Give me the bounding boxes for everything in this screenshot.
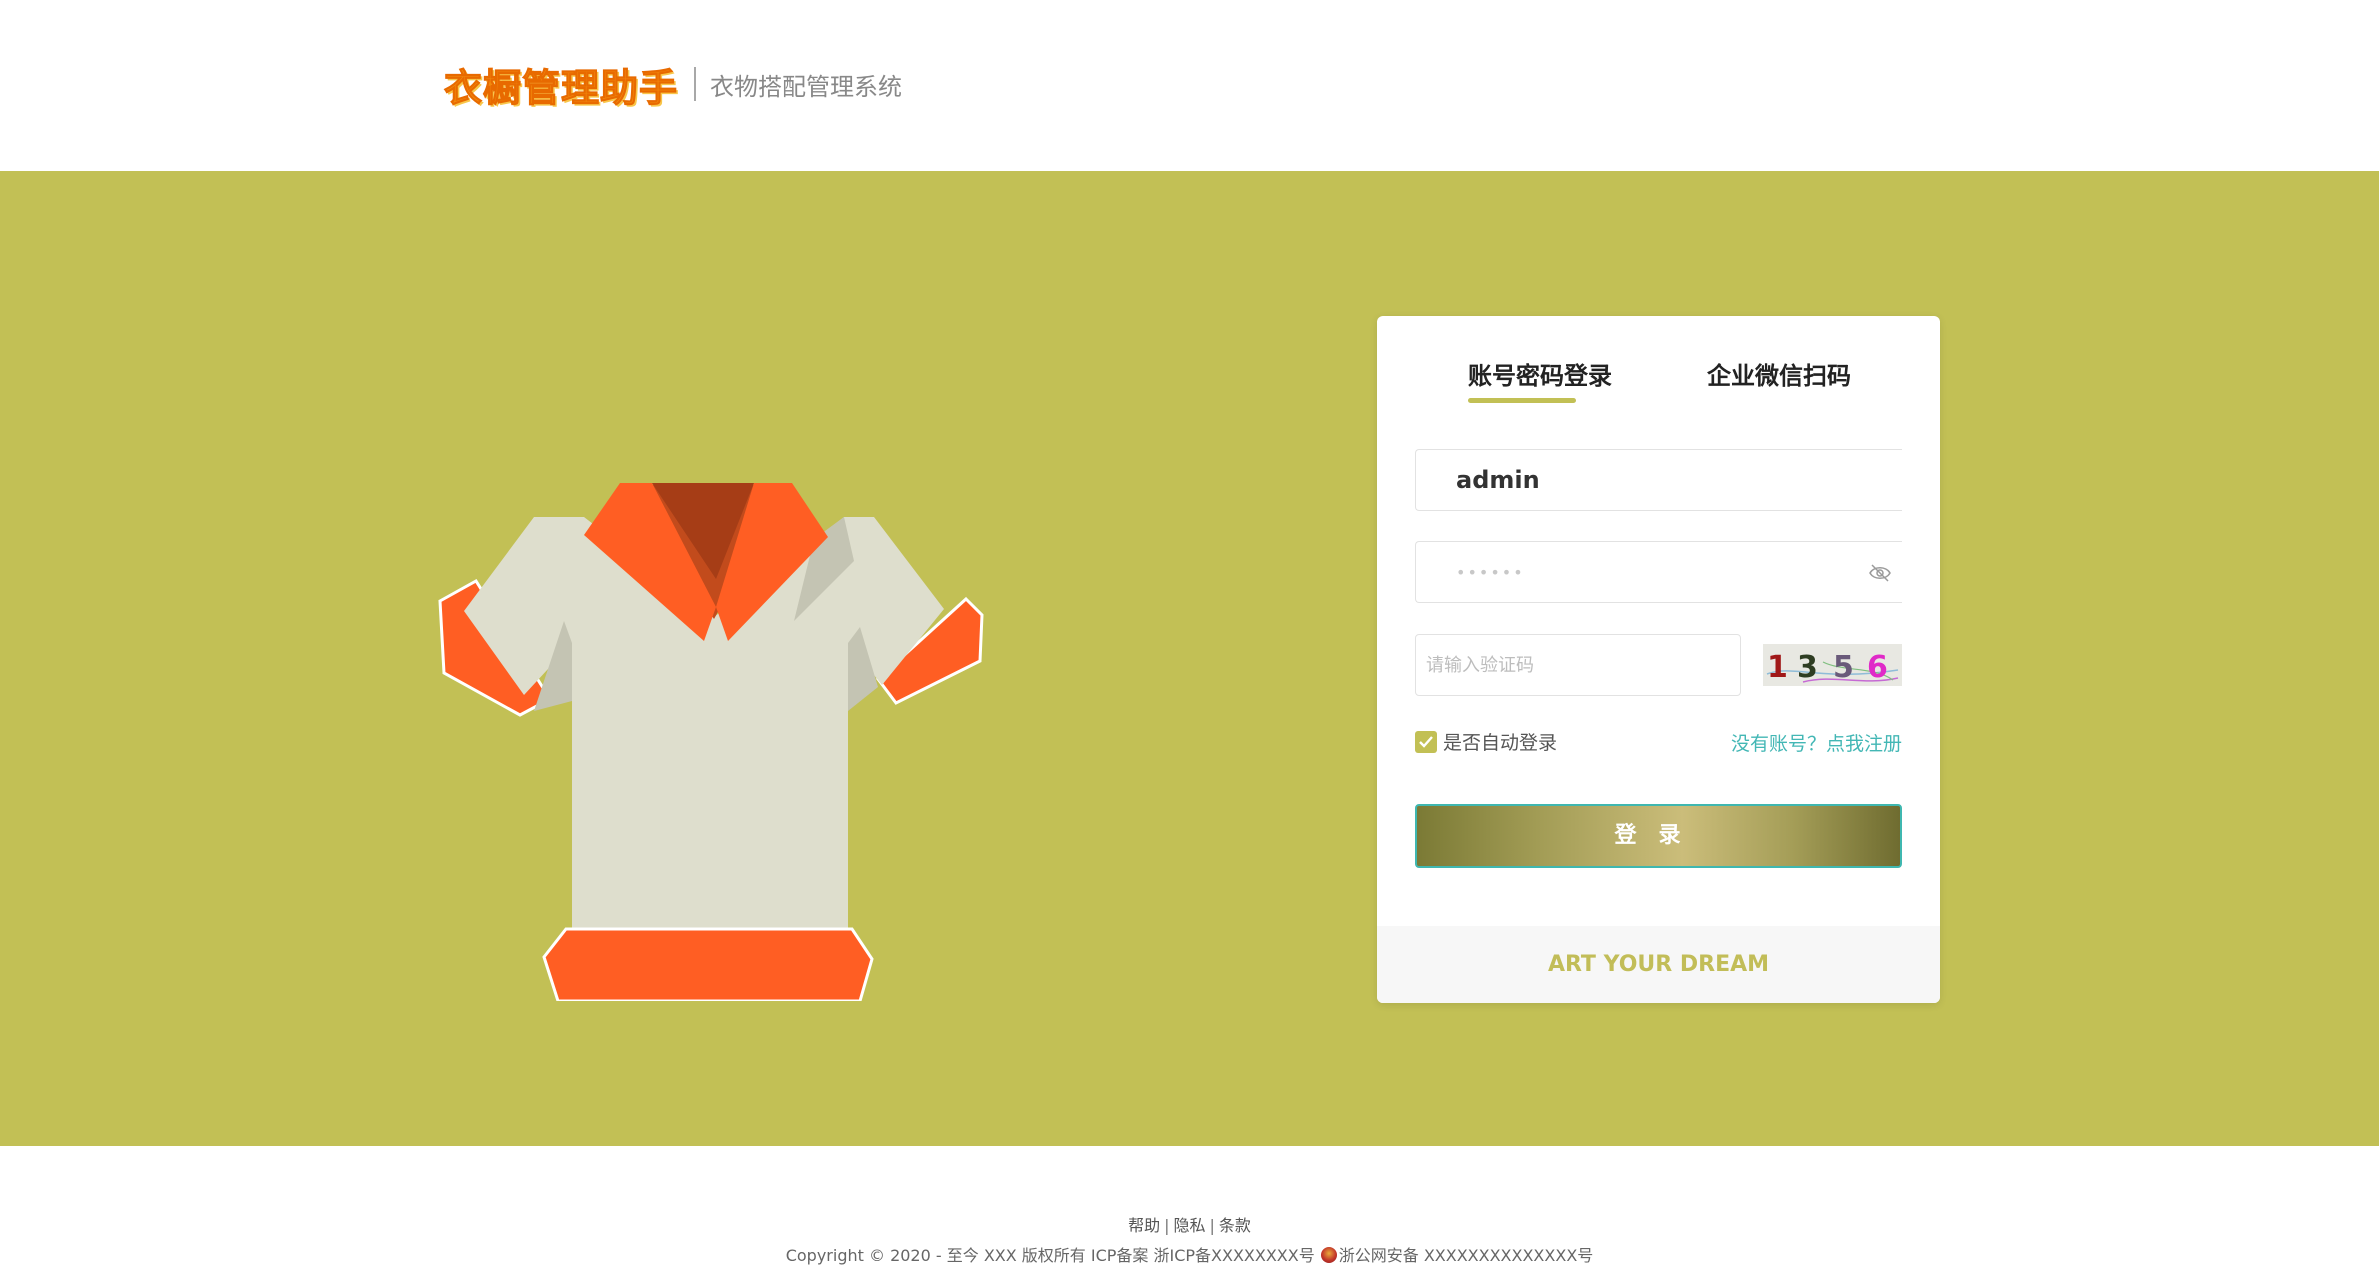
brand-subtitle: 衣物搭配管理系统 — [710, 72, 903, 101]
footer-link-privacy[interactable]: 隐私 — [1173, 1216, 1205, 1235]
footer-link-terms[interactable]: 条款 — [1219, 1216, 1251, 1235]
brand[interactable]: 衣橱管理助手 衣物搭配管理系统 — [443, 56, 903, 112]
police-badge-icon — [1320, 1247, 1337, 1263]
footer-links: 帮助 | 隐私 | 条款 — [0, 1212, 2379, 1236]
captcha-char: 1 — [1767, 650, 1788, 685]
footer-link-separator: | — [1209, 1216, 1215, 1235]
brand-divider — [694, 67, 697, 101]
login-button[interactable]: 登录 — [1415, 804, 1902, 868]
captcha-input[interactable] — [1416, 635, 1740, 695]
login-banner — [0, 171, 2379, 1146]
t-shirt-illustration — [438, 483, 984, 1001]
eye-off-icon[interactable] — [1868, 562, 1892, 584]
username-field-wrapper — [1415, 449, 1902, 511]
register-link[interactable]: 没有账号？点我注册 — [1731, 729, 1902, 756]
captcha-char: 3 — [1797, 650, 1818, 685]
captcha-char: 6 — [1867, 650, 1888, 685]
police-record-text[interactable]: 浙公网安备 XXXXXXXXXXXXXX号 — [1339, 1246, 1594, 1265]
page-footer: 帮助 | 隐私 | 条款 Copyright © 2020 - 至今 XXX 版权所有 … — [0, 1146, 2379, 1286]
login-card: 账号密码登录 企业微信扫码 1 3 5 6 是否自动登录 — [1377, 316, 1940, 1003]
brand-logo[interactable]: 衣橱管理助手 — [443, 57, 678, 112]
card-footer-slogan: ART YOUR DREAM — [1377, 926, 1940, 1003]
tab-wechat-scan[interactable]: 企业微信扫码 — [1707, 356, 1851, 391]
copyright: Copyright © 2020 - 至今 XXX 版权所有 ICP备案 浙IC… — [0, 1242, 2379, 1266]
copyright-text: Copyright © 2020 - 至今 XXX 版权所有 ICP备案 浙IC… — [785, 1246, 1315, 1265]
password-input[interactable] — [1416, 542, 1902, 602]
footer-link-separator: | — [1164, 1216, 1170, 1235]
password-field-wrapper — [1415, 541, 1902, 603]
remember-me-toggle[interactable]: 是否自动登录 — [1415, 728, 1557, 755]
remember-me-label: 是否自动登录 — [1443, 732, 1558, 754]
active-tab-indicator — [1468, 398, 1576, 403]
captcha-char: 5 — [1833, 650, 1854, 685]
username-input[interactable] — [1416, 450, 1902, 510]
check-icon — [1419, 735, 1433, 748]
footer-link-help[interactable]: 帮助 — [1128, 1216, 1160, 1235]
tab-account-password[interactable]: 账号密码登录 — [1468, 356, 1612, 391]
captcha-image[interactable]: 1 3 5 6 — [1763, 644, 1902, 686]
login-tabs: 账号密码登录 企业微信扫码 — [1377, 356, 1940, 406]
remember-me-checkbox[interactable] — [1415, 730, 1437, 753]
captcha-field-wrapper — [1415, 634, 1741, 696]
page-header: 衣橱管理助手 衣物搭配管理系统 — [0, 0, 2379, 171]
